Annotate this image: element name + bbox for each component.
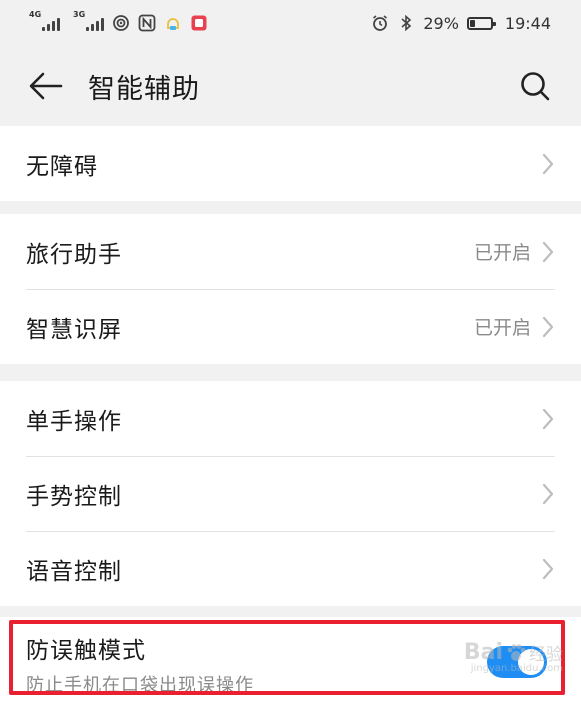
- toggle-knob: [518, 649, 544, 675]
- list-item-label: 旅行助手: [26, 241, 122, 268]
- notification-app-icon: [164, 14, 182, 32]
- chevron-right-icon: [541, 408, 555, 430]
- list-item-label: 防误触模式: [26, 638, 146, 664]
- pocket-mode-toggle[interactable]: [487, 646, 547, 678]
- status-left: 4G 3G: [29, 10, 208, 32]
- chevron-right-icon: [541, 558, 555, 580]
- list-item-label: 智慧识屏: [26, 316, 122, 343]
- network-type-2: 3G: [73, 10, 86, 19]
- search-button[interactable]: [515, 66, 555, 106]
- hotspot-icon: [112, 14, 130, 32]
- list-item-label: 无障碍: [26, 153, 98, 180]
- red-app-icon: [190, 14, 208, 32]
- list-item-status: 已开启: [473, 242, 531, 264]
- list-item-pocket-mode[interactable]: 防误触模式 防止手机在口袋出现误操作: [0, 617, 581, 703]
- app-header: 智能辅助: [0, 46, 581, 126]
- list-item-label: 单手操作: [26, 408, 122, 435]
- chevron-right-icon: [541, 316, 555, 338]
- chevron-right-icon: [541, 153, 555, 175]
- nfc-icon: [138, 14, 156, 32]
- list-item-description: 防止手机在口袋出现误操作: [26, 675, 254, 696]
- clock: 19:44: [504, 13, 551, 33]
- status-bar: 4G 3G 29% 19:44: [0, 0, 581, 46]
- arrow-left-icon: [29, 72, 63, 100]
- screen: 4G 3G 29% 19:44 智能辅助 无障碍 旅行助手 已开启 智慧识屏 已…: [0, 0, 581, 703]
- list-item-one-handed-mode[interactable]: 单手操作: [0, 381, 581, 456]
- settings-group-3: 单手操作 手势控制 语音控制: [0, 381, 581, 606]
- list-item-label: 语音控制: [26, 558, 122, 585]
- alarm-icon: [371, 14, 389, 32]
- settings-group-2: 旅行助手 已开启 智慧识屏 已开启: [0, 214, 581, 364]
- page-title: 智能辅助: [88, 73, 200, 105]
- list-item-accessibility[interactable]: 无障碍: [0, 126, 581, 201]
- chevron-right-icon: [541, 241, 555, 263]
- settings-group-1: 无障碍: [0, 126, 581, 201]
- list-item-smart-screen-recognition[interactable]: 智慧识屏 已开启: [0, 289, 581, 364]
- list-item-travel-assistant[interactable]: 旅行助手 已开启: [0, 214, 581, 289]
- battery-icon: [466, 16, 496, 30]
- signal-1-icon: 4G: [29, 10, 60, 31]
- chevron-right-icon: [541, 483, 555, 505]
- network-type-1: 4G: [29, 10, 42, 19]
- list-item-status: 已开启: [473, 317, 531, 339]
- list-item-label: 手势控制: [26, 483, 122, 510]
- bluetooth-icon: [397, 14, 415, 32]
- list-item-gesture-control[interactable]: 手势控制: [0, 456, 581, 531]
- search-icon: [521, 72, 550, 101]
- back-button[interactable]: [26, 66, 66, 106]
- status-right: 29% 19:44: [371, 14, 551, 33]
- list-item-voice-control[interactable]: 语音控制: [0, 531, 581, 606]
- signal-2-icon: 3G: [73, 10, 104, 31]
- battery-percent: 29%: [423, 13, 459, 33]
